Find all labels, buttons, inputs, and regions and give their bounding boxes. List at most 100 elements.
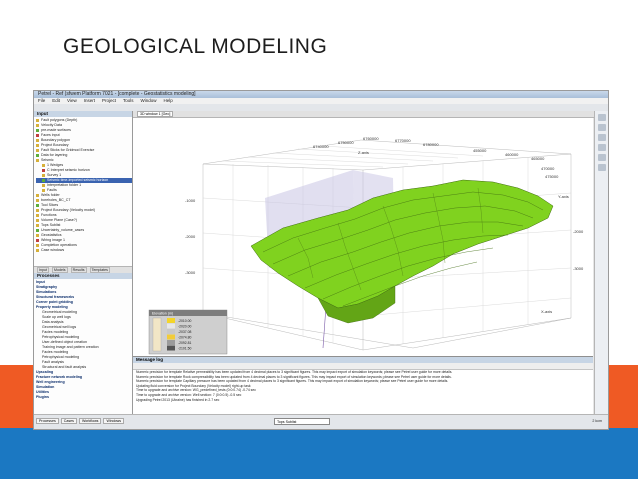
status-bar: Processes Cases Workflows Windows Tops Subl… [34,414,608,429]
z-left-tick: -1000 [185,198,196,203]
folder-icon [36,243,39,247]
menu-item-insert[interactable]: Insert [84,98,95,103]
folder-icon [36,158,39,162]
folder-icon [36,138,39,142]
folder-icon [36,203,39,207]
legend-swatch [167,345,175,351]
menu-item-tools[interactable]: Tools [123,98,134,103]
axis-name: Y-axis [558,194,569,199]
folder-icon [36,123,39,127]
legend-swatch [167,334,175,340]
input-tree-label: Interpretation folder 1 [47,183,82,187]
slide-title: GEOLOGICAL MODELING [63,35,328,58]
message-log-toolbar [133,363,593,370]
legend-value: -2010.00 [178,319,191,323]
z-right-tick: -2000 [573,229,584,234]
app-screenshot: Petrel - Ref (sfwem Platform 7021 - [com… [33,90,609,430]
bottom-tab-processes[interactable]: Processes [36,418,59,424]
menu-item-window[interactable]: Window [141,98,157,103]
bottom-tabs: Processes Cases Workflows Windows [36,418,126,424]
axis-name: X-axis [541,309,552,314]
input-tree-label: Faults [47,188,57,192]
menu-item-help[interactable]: Help [164,98,173,103]
message-log-line: Upgrading Petrel 2013 (Ukraine) has fini… [136,397,220,402]
input-tree-label: Survey 1 [47,173,62,177]
folder-icon [36,128,39,132]
legend-value: -2101.50 [178,347,191,351]
x-right-tick: 460000 [505,152,519,157]
folder-icon [36,153,39,157]
process-item[interactable]: Plugins [36,395,132,400]
menu-item-project[interactable]: Project [102,98,116,103]
bottom-tab-windows[interactable]: Windows [103,418,125,424]
folder-icon [36,233,39,237]
input-tree-label: Tool Slices [41,203,59,207]
legend-swatch [167,329,175,334]
input-tree-item[interactable]: Case windows [36,248,132,253]
view-tab-bar: 3D window 1 [Geo] [133,111,608,118]
x-right-tick: 465000 [531,156,545,161]
input-tree-label: Completion operations [41,243,77,247]
z-right-tick: -3000 [573,266,584,271]
view-tool-button[interactable] [598,164,606,171]
input-tree-label: Tops Sublist [41,223,61,227]
message-log-list: Numeric precision for template Relative … [133,370,593,402]
tab-results[interactable]: Results [70,267,87,273]
legend-swatch [167,323,175,329]
view-tool-button[interactable] [598,124,606,131]
x-top-tick: 6740000 [313,144,329,149]
input-tree-label: Fault Sticks for Gridmod Exercise [41,148,95,152]
bottom-tab-workflows[interactable]: Workflows [78,418,102,424]
x-top-tick: 6760000 [363,136,379,141]
folder-icon [42,183,45,187]
input-tree-label: Volume Plane (Case?) [41,218,77,222]
folder-icon [36,193,39,197]
folder-icon [36,118,39,122]
view-tool-button[interactable] [598,134,606,141]
x-right-tick: 470000 [541,166,555,171]
bottom-tab-cases[interactable]: Cases [60,418,77,424]
x-right-tick: 455000 [473,148,487,153]
menu-item-edit[interactable]: Edit [52,98,60,103]
input-tree-label: Case windows [41,248,65,252]
input-tree-label: Fault polygons (Depth) [41,118,78,122]
view-tool-button[interactable] [598,154,606,161]
legend-value: -2074.80 [178,336,191,340]
input-tree-label: Seismic [41,158,54,162]
folder-icon [36,143,39,147]
folder-icon [36,228,39,232]
input-tree-label: Project Boundary (Velocity model) [41,208,96,212]
folder-icon [36,238,39,242]
folder-icon [42,188,45,192]
folder-icon [36,148,39,152]
3d-viewport[interactable]: 6740000 6750000 6760000 6770000 6780000 … [133,118,593,356]
input-tree-label: Project Boundary [41,143,69,147]
input-tree-label: Functions [41,213,57,217]
box-bottom-edge-right [362,317,572,351]
view-tool-button[interactable] [598,144,606,151]
menu-item-view[interactable]: View [67,98,77,103]
input-tree-label: Seismic time-imported seismic horizon [47,178,109,182]
tab-templates[interactable]: Templates [89,267,110,273]
legend-value: -2092.81 [178,341,191,345]
axis-name: Z-axis [358,150,369,155]
input-tree-label: Uncertainty_volume_cases [41,228,85,232]
processes-tree: Input Stratigraphy Simulations Structural f… [34,279,132,418]
menu-item-file[interactable]: File [38,98,45,103]
window-title: Petrel - Ref (sfwem Platform 7021 - [com… [34,91,608,98]
folder-icon [36,198,39,202]
tab-3d-window[interactable]: 3D window 1 [Geo] [137,111,174,117]
active-selection-field[interactable]: Tops Sublist [274,418,330,425]
input-tree-label: Boundary polygon [41,138,70,142]
legend-swatch-column [152,317,162,352]
legend-swatch [167,340,175,345]
input-tree-label: Wiring image 1 [41,238,65,242]
input-tree-label: pre-made surfaces [41,128,71,132]
legend-title: Elevation (m) [152,312,173,316]
folder-icon [42,163,45,167]
color-legend: Elevation (m) -2010.00 -2020.00 -2037.08… [148,309,228,355]
view-tool-button[interactable] [598,114,606,121]
folder-icon [42,168,45,172]
folder-icon [42,178,45,182]
input-tree-label: Faces input [41,133,60,137]
